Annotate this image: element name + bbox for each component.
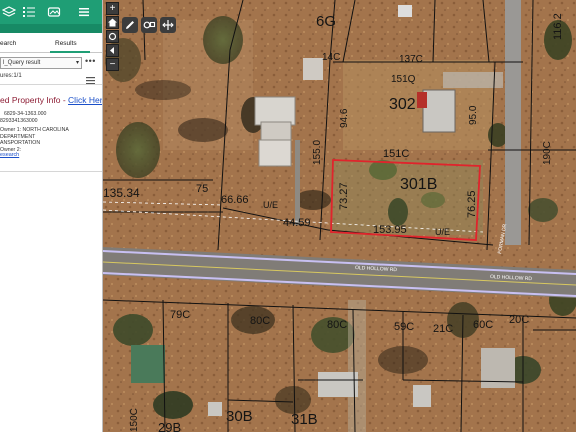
- property-info-title: ed Property Info - Click Here: [0, 95, 102, 105]
- home-icon: [108, 18, 117, 27]
- parcel-label: 80C: [327, 319, 347, 331]
- previous-extent-button[interactable]: [106, 44, 119, 57]
- menu-icon[interactable]: [77, 5, 91, 19]
- parcel-label: 301B: [400, 176, 437, 193]
- map-navigation-toolbar: + −: [103, 0, 123, 84]
- parcel-label: 135.34: [103, 186, 140, 200]
- locate-icon: [108, 32, 117, 41]
- legend-list-icon[interactable]: [22, 5, 36, 19]
- dimension-label: 155.0: [312, 140, 323, 165]
- owner-1-line: Owner 1: NORTH CAROLINA DEPARTMENT: [0, 127, 69, 140]
- features-count: ures:1/1: [0, 73, 22, 79]
- dimension-label: 153.95: [373, 224, 407, 236]
- draw-tools-icon[interactable]: [141, 17, 157, 33]
- locate-button[interactable]: [106, 30, 119, 43]
- parcel-label: 151C: [383, 148, 409, 160]
- dimension-label: 76.25: [466, 190, 478, 218]
- parcel-label: 302: [389, 96, 416, 113]
- parcel-id-block: 6829-34-1363.000 8293341363000: [0, 111, 102, 124]
- property-info-link[interactable]: Click Here: [68, 95, 102, 105]
- basemap-gallery-icon[interactable]: [47, 5, 61, 19]
- dimension-label: 73.27: [338, 182, 350, 210]
- parcel-label: 59C: [394, 321, 414, 333]
- query-select-value: l_Query result: [3, 60, 41, 66]
- parcel-label: 79C: [170, 309, 190, 321]
- layers-icon[interactable]: [1, 5, 17, 19]
- driveway: [348, 300, 366, 432]
- easement-label: U/E: [263, 200, 278, 210]
- dimension-label: 94.6: [339, 108, 350, 128]
- dimension-label: 95.0: [468, 105, 479, 125]
- list-view-icon[interactable]: [86, 72, 95, 85]
- dimension-label: 66.66: [221, 194, 249, 206]
- gis-map-app: earch Results l_Query result ▾ ••• ures:…: [0, 0, 576, 432]
- parcel-label: 60C: [473, 319, 493, 331]
- tab-search[interactable]: earch: [0, 40, 16, 47]
- parcel-label: 30B: [226, 408, 253, 425]
- zoom-in-button[interactable]: +: [106, 2, 119, 15]
- aerial-map[interactable]: 6G 14C 137C 151Q 302 116.2 151C 301B 190…: [103, 0, 576, 432]
- more-options-button[interactable]: •••: [85, 56, 96, 66]
- owner-block: Owner 1: NORTH CAROLINA DEPARTMENT ANSPO…: [0, 127, 102, 153]
- active-tab-indicator: [50, 51, 90, 53]
- dimension-label: 44.59: [283, 217, 311, 229]
- property-info-label: ed Property Info -: [0, 95, 69, 105]
- parcel-label: 20C: [509, 314, 529, 326]
- panel-divider-bottom: [0, 171, 102, 172]
- parcel-label: 151Q: [391, 74, 416, 85]
- results-panel: earch Results l_Query result ▾ ••• ures:…: [0, 0, 103, 432]
- research-link[interactable]: esearch: [0, 152, 19, 158]
- map-drawing-toolbar: [122, 17, 182, 34]
- forman-dr-road: [505, 0, 521, 245]
- home-button[interactable]: [106, 16, 119, 29]
- panel-tabs: earch Results: [0, 40, 102, 53]
- dimension-label: 75: [196, 183, 208, 195]
- parcel-label: 6G: [316, 13, 336, 30]
- measure-icon[interactable]: [160, 17, 176, 33]
- panel-divider: [0, 84, 102, 85]
- parcel-label: 14C: [322, 52, 340, 63]
- chevron-down-icon: ▾: [75, 60, 79, 66]
- parcel-label: 137C: [399, 54, 423, 65]
- parcel-label: 80C: [250, 315, 270, 327]
- zoom-out-button[interactable]: −: [106, 58, 119, 71]
- driveway: [295, 140, 300, 225]
- panel-header-toolbar: [0, 0, 102, 24]
- parcel-label: 150C: [129, 408, 140, 432]
- map-view[interactable]: 6G 14C 137C 151Q 302 116.2 151C 301B 190…: [103, 0, 576, 432]
- tab-results[interactable]: Results: [55, 40, 77, 47]
- arrow-left-icon: [110, 47, 114, 54]
- query-result-select[interactable]: l_Query result ▾: [0, 57, 82, 69]
- panel-header-strip: [0, 24, 102, 33]
- parcel-label: 190C: [542, 141, 553, 165]
- parcel-label: 31B: [291, 411, 318, 428]
- pin-line: 8293341363000: [0, 117, 38, 124]
- lawn-area: [333, 160, 483, 235]
- easement-label: U/E: [435, 227, 450, 237]
- pencil-icon[interactable]: [122, 17, 138, 33]
- parcel-label: 116.2: [552, 13, 564, 40]
- parcel-label: 21C: [433, 323, 453, 335]
- parcel-label: 29B: [158, 420, 181, 432]
